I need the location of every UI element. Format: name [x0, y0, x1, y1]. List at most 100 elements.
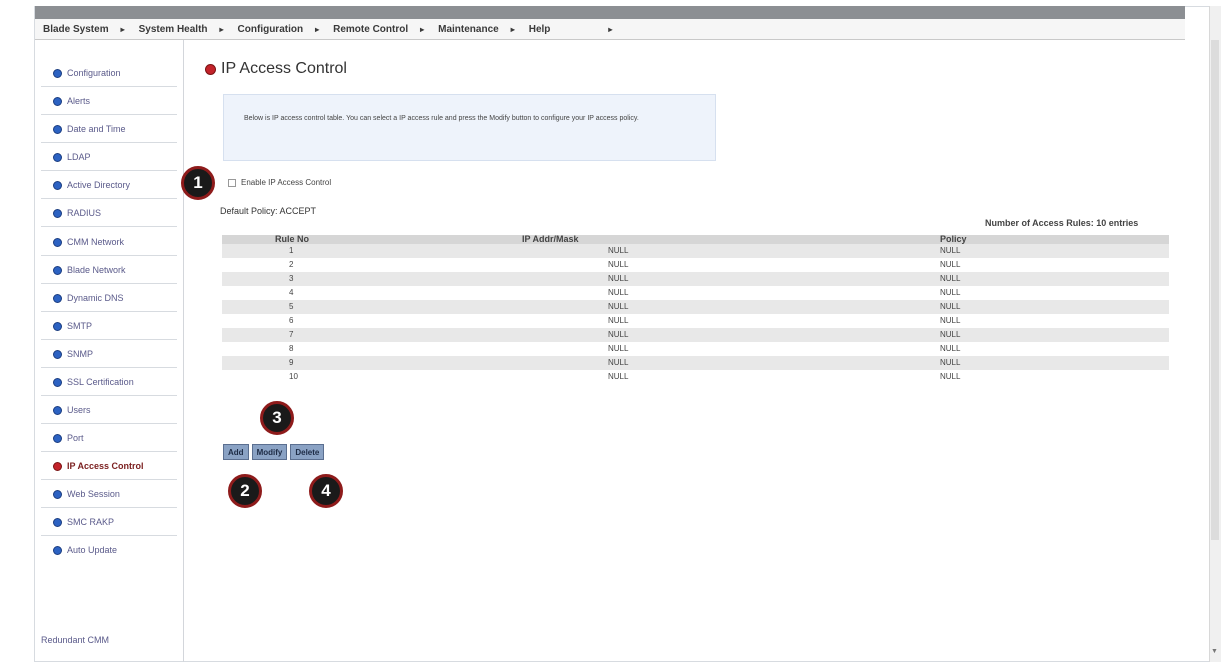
- column-header-ip-addr-mask: IP Addr/Mask: [522, 235, 940, 244]
- delete-button[interactable]: Delete: [290, 444, 325, 460]
- sidebar-item-label: Web Session: [67, 489, 120, 499]
- cell-rule-no: 9: [222, 356, 522, 370]
- menu-blade-system[interactable]: Blade System ▸: [43, 24, 125, 35]
- sidebar-item-label: SMTP: [67, 321, 93, 331]
- sidebar-item-ldap[interactable]: LDAP: [41, 144, 177, 171]
- sidebar-item-label: IP Access Control: [67, 461, 144, 471]
- cell-rule-no: 2: [222, 258, 522, 272]
- bullet-icon: [53, 545, 62, 555]
- cell-rule-no: 1: [222, 244, 522, 258]
- enable-ip-access-checkbox[interactable]: [228, 178, 236, 187]
- table-row[interactable]: 10 NULL NULL: [222, 370, 1169, 384]
- sidebar-item-ip-access-control[interactable]: IP Access Control: [41, 453, 177, 480]
- sidebar-item-users[interactable]: Users: [41, 397, 177, 424]
- menu-remote-control[interactable]: Remote Control ▸: [333, 24, 424, 35]
- cell-rule-no: 3: [222, 272, 522, 286]
- sidebar-item-label: SSL Certification: [67, 377, 134, 387]
- sidebar-item-date-and-time[interactable]: Date and Time: [41, 116, 177, 143]
- scroll-down-arrow-icon[interactable]: ▼: [1211, 648, 1218, 655]
- sidebar-item-label: RADIUS: [67, 208, 102, 218]
- page: Blade System ▸ System Health ▸ Configurati…: [0, 0, 1221, 667]
- sidebar-item-label: Auto Update: [67, 545, 118, 555]
- sidebar-item-radius[interactable]: RADIUS: [41, 200, 177, 227]
- menu-system-health[interactable]: System Health ▸: [139, 24, 224, 35]
- sidebar-item-redundant-cmm[interactable]: Redundant CMM: [41, 635, 109, 645]
- sidebar-item-label: Users: [67, 405, 91, 415]
- menu-configuration[interactable]: Configuration ▸: [238, 24, 320, 35]
- cell-ip-addr: NULL: [522, 314, 940, 328]
- bullet-icon: [53, 124, 62, 134]
- sidebar-item-smtp[interactable]: SMTP: [41, 313, 177, 340]
- sidebar-item-label: Blade Network: [67, 265, 126, 275]
- column-header-policy: Policy: [940, 235, 1169, 244]
- table-row[interactable]: 2 NULL NULL: [222, 258, 1169, 272]
- table-row[interactable]: 3 NULL NULL: [222, 272, 1169, 286]
- cell-rule-no: 7: [222, 328, 522, 342]
- menu-label: Remote Control: [333, 23, 409, 35]
- bullet-icon: [53, 152, 62, 162]
- page-title-text: IP Access Control: [221, 60, 347, 77]
- table-row[interactable]: 9 NULL NULL: [222, 356, 1169, 370]
- bullet-icon: [53, 265, 62, 275]
- table-row[interactable]: 4 NULL NULL: [222, 286, 1169, 300]
- bullet-icon: [53, 208, 62, 218]
- sidebar-item-cmm-network[interactable]: CMM Network: [41, 229, 177, 256]
- menu-label: Maintenance: [438, 23, 499, 35]
- cell-rule-no: 4: [222, 286, 522, 300]
- sidebar: Configuration Alerts Date and Time LDAP …: [35, 40, 184, 662]
- table-row[interactable]: 1 NULL NULL: [222, 244, 1169, 258]
- menu-help[interactable]: Help ▸: [529, 24, 613, 35]
- cell-rule-no: 8: [222, 342, 522, 356]
- bullet-icon: [53, 180, 62, 190]
- cell-ip-addr: NULL: [522, 244, 940, 258]
- sidebar-item-web-session[interactable]: Web Session: [41, 481, 177, 508]
- bullet-icon: [53, 489, 62, 499]
- bullet-active-icon: [53, 461, 62, 471]
- sidebar-item-active-directory[interactable]: Active Directory: [41, 172, 177, 199]
- menu-arrow-icon: ▸: [219, 24, 224, 34]
- sidebar-item-configuration[interactable]: Configuration: [41, 60, 177, 87]
- info-text: Below is IP access control table. You ca…: [244, 115, 639, 122]
- top-menu-bar: Blade System ▸ System Health ▸ Configurati…: [35, 19, 1185, 40]
- sidebar-item-port[interactable]: Port: [41, 425, 177, 452]
- add-button[interactable]: Add: [223, 444, 249, 460]
- bullet-icon: [53, 433, 62, 443]
- sidebar-item-label: SMC RAKP: [67, 517, 115, 527]
- bullet-icon: [53, 349, 62, 359]
- bullet-icon: [53, 293, 62, 303]
- sidebar-item-label: CMM Network: [67, 237, 125, 247]
- cell-ip-addr: NULL: [522, 356, 940, 370]
- sidebar-item-smc-rakp[interactable]: SMC RAKP: [41, 509, 177, 536]
- table-row[interactable]: 5 NULL NULL: [222, 300, 1169, 314]
- callout-marker-1: 1: [181, 166, 215, 200]
- cell-policy: NULL: [940, 300, 1169, 314]
- cell-rule-no: 5: [222, 300, 522, 314]
- menu-label: Configuration: [237, 23, 304, 35]
- sidebar-item-dynamic-dns[interactable]: Dynamic DNS: [41, 285, 177, 312]
- default-policy: Default Policy: ACCEPT: [220, 206, 317, 216]
- sidebar-item-auto-update[interactable]: Auto Update: [41, 537, 177, 563]
- sidebar-item-alerts[interactable]: Alerts: [41, 88, 177, 115]
- menu-label: Blade System: [43, 23, 109, 35]
- top-gray-bar: [35, 6, 1185, 19]
- cell-ip-addr: NULL: [522, 300, 940, 314]
- cell-policy: NULL: [940, 370, 1169, 384]
- table-row[interactable]: 6 NULL NULL: [222, 314, 1169, 328]
- table-row[interactable]: 7 NULL NULL: [222, 328, 1169, 342]
- menu-maintenance[interactable]: Maintenance ▸: [438, 24, 515, 35]
- cell-policy: NULL: [940, 328, 1169, 342]
- table-row[interactable]: 8 NULL NULL: [222, 342, 1169, 356]
- sidebar-item-label: Port: [67, 433, 84, 443]
- sidebar-item-snmp[interactable]: SNMP: [41, 341, 177, 368]
- sidebar-item-blade-network[interactable]: Blade Network: [41, 257, 177, 284]
- bullet-icon: [53, 405, 62, 415]
- menu-arrow-icon: ▸: [420, 24, 425, 34]
- bullet-icon: [53, 96, 62, 106]
- enable-ip-access-label: Enable IP Access Control: [241, 178, 332, 187]
- cell-ip-addr: NULL: [522, 272, 940, 286]
- cell-policy: NULL: [940, 342, 1169, 356]
- scrollbar-thumb[interactable]: [1211, 40, 1219, 540]
- sidebar-item-ssl-certification[interactable]: SSL Certification: [41, 369, 177, 396]
- modify-button[interactable]: Modify: [251, 444, 288, 460]
- menu-label: Help: [528, 23, 551, 35]
